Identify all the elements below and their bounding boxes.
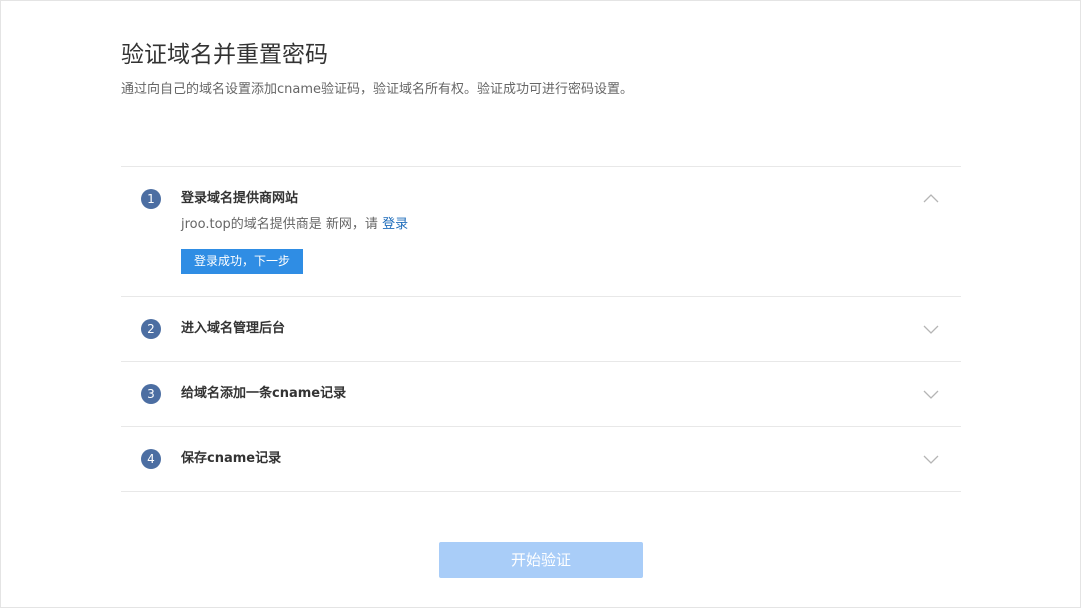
step-number-badge: 3 (141, 384, 161, 404)
steps-list: 1 登录域名提供商网站 jroo.top的域名提供商是 新网，请 登录 登录成功… (121, 166, 961, 492)
main-panel: 验证域名并重置密码 通过向自己的域名设置添加cname验证码，验证域名所有权。验… (0, 0, 1081, 608)
step-4[interactable]: 4 保存cname记录 (121, 427, 961, 492)
login-success-next-button[interactable]: 登录成功，下一步 (181, 249, 303, 274)
chevron-down-icon[interactable] (921, 451, 941, 467)
step-number-badge: 4 (141, 449, 161, 469)
chevron-up-icon[interactable] (921, 191, 941, 207)
chevron-down-icon[interactable] (921, 321, 941, 337)
step-title[interactable]: 给域名添加一条cname记录 (181, 384, 346, 404)
step-description: jroo.top的域名提供商是 新网，请 登录 (181, 215, 408, 235)
page-title: 验证域名并重置密码 (121, 42, 328, 68)
step-number-badge: 1 (141, 189, 161, 209)
start-verification-button[interactable]: 开始验证 (439, 542, 643, 578)
step-2[interactable]: 2 进入域名管理后台 (121, 297, 961, 362)
step-3[interactable]: 3 给域名添加一条cname记录 (121, 362, 961, 427)
login-link[interactable]: 登录 (382, 217, 408, 232)
step-1: 1 登录域名提供商网站 jroo.top的域名提供商是 新网，请 登录 登录成功… (121, 167, 961, 297)
step-number-badge: 2 (141, 319, 161, 339)
step-title[interactable]: 登录域名提供商网站 (181, 189, 298, 209)
step-title[interactable]: 保存cname记录 (181, 449, 281, 469)
page-subtitle: 通过向自己的域名设置添加cname验证码，验证域名所有权。验证成功可进行密码设置… (121, 82, 634, 97)
provider-text: jroo.top的域名提供商是 新网，请 (181, 217, 383, 232)
chevron-down-icon[interactable] (921, 386, 941, 402)
step-title[interactable]: 进入域名管理后台 (181, 319, 285, 339)
